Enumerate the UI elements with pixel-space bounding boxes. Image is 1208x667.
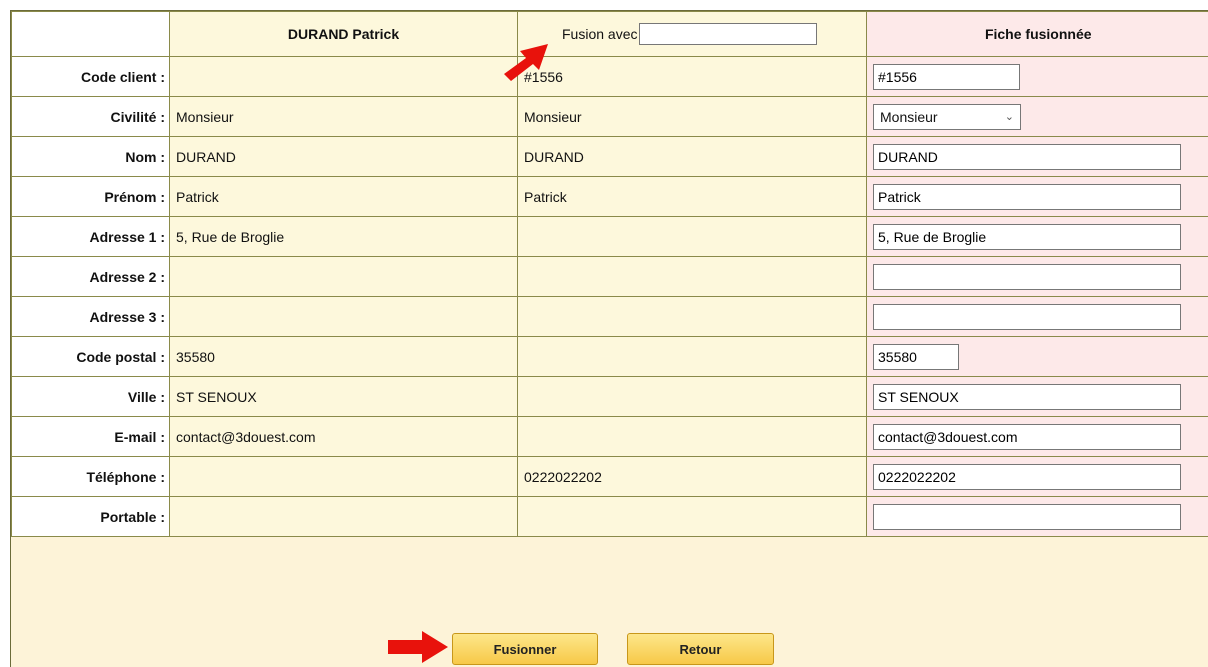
field-label: Adresse 1 : [12,217,170,257]
merged-cell [867,337,1208,377]
merged-cell [867,417,1208,457]
table-row: Adresse 2 : [12,257,1208,297]
merged-cell [867,257,1208,297]
field-label: Code postal : [12,337,170,377]
source-value: 35580 [170,337,518,377]
source-value: Patrick [170,177,518,217]
target-value [518,257,867,297]
table-row: Civilité : Monsieur Monsieur Monsieur ⌄ [12,97,1208,137]
table-row: Téléphone : 0222022202 [12,457,1208,497]
target-value [518,297,867,337]
adresse2-field[interactable] [873,264,1181,290]
target-value: Patrick [518,177,867,217]
merged-cell [867,217,1208,257]
source-value: contact@3douest.com [170,417,518,457]
chevron-down-icon: ⌄ [1005,110,1014,123]
target-value [518,217,867,257]
target-value: 0222022202 [518,457,867,497]
code-client-field[interactable] [873,64,1020,90]
table-row: Prénom : Patrick Patrick [12,177,1208,217]
source-value: DURAND [170,137,518,177]
table-row: Adresse 1 : 5, Rue de Broglie [12,217,1208,257]
merged-cell [867,137,1208,177]
merged-cell: Monsieur ⌄ [867,97,1208,137]
field-label: Ville : [12,377,170,417]
source-value: Monsieur [170,97,518,137]
adresse3-field[interactable] [873,304,1181,330]
merged-cell [867,177,1208,217]
field-label: Civilité : [12,97,170,137]
adresse1-field[interactable] [873,224,1181,250]
source-value: 5, Rue de Broglie [170,217,518,257]
target-value [518,417,867,457]
field-label: E-mail : [12,417,170,457]
source-value [170,57,518,97]
source-record-title: DURAND Patrick [170,12,518,57]
portable-field[interactable] [873,504,1181,530]
merged-cell [867,377,1208,417]
table-row: Portable : [12,497,1208,537]
merged-cell [867,497,1208,537]
field-label: Adresse 3 : [12,297,170,337]
source-value [170,497,518,537]
table-row: Code client : #1556 [12,57,1208,97]
table-row: Adresse 3 : [12,297,1208,337]
retour-button[interactable]: Retour [627,633,774,665]
ville-field[interactable] [873,384,1181,410]
field-label: Téléphone : [12,457,170,497]
merged-cell [867,457,1208,497]
field-label: Adresse 2 : [12,257,170,297]
table-row: Ville : ST SENOUX [12,377,1208,417]
target-value: Monsieur [518,97,867,137]
telephone-field[interactable] [873,464,1181,490]
table-row: Code postal : 35580 [12,337,1208,377]
source-value [170,297,518,337]
source-value [170,257,518,297]
fusionner-button[interactable]: Fusionner [452,633,598,665]
civilite-selected-value: Monsieur [880,109,938,125]
fusion-input[interactable] [639,23,817,45]
merge-table: DURAND Patrick Fusion avec Fiche fusionn… [11,11,1208,537]
code-postal-field[interactable] [873,344,959,370]
table-row: Nom : DURAND DURAND [12,137,1208,177]
header-row: DURAND Patrick Fusion avec Fiche fusionn… [12,12,1208,57]
merged-cell [867,297,1208,337]
civilite-select[interactable]: Monsieur ⌄ [873,104,1021,130]
fusion-cell: Fusion avec [518,12,867,57]
field-label: Portable : [12,497,170,537]
table-row: E-mail : contact@3douest.com [12,417,1208,457]
merged-cell [867,57,1208,97]
email-field[interactable] [873,424,1181,450]
nom-field[interactable] [873,144,1181,170]
red-arrow-annotation-icon [388,629,450,665]
merged-record-title: Fiche fusionnée [867,12,1208,57]
merge-form: DURAND Patrick Fusion avec Fiche fusionn… [10,10,1208,667]
target-value [518,337,867,377]
field-label: Nom : [12,137,170,177]
source-value: ST SENOUX [170,377,518,417]
source-value [170,457,518,497]
red-arrow-annotation-icon [498,34,554,86]
target-value: #1556 [518,57,867,97]
target-value: DURAND [518,137,867,177]
prenom-field[interactable] [873,184,1181,210]
fusion-label: Fusion avec [562,26,637,42]
field-label: Prénom : [12,177,170,217]
target-value [518,497,867,537]
field-label: Code client : [12,57,170,97]
target-value [518,377,867,417]
header-empty-cell [12,12,170,57]
